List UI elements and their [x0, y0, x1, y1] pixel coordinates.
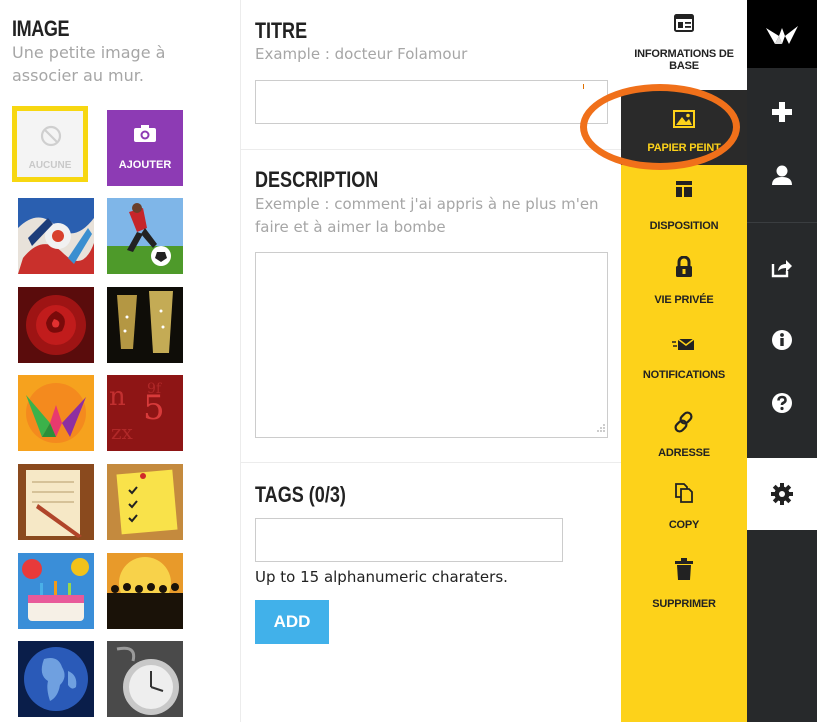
- menu-item-label: SUPPRIMER: [652, 598, 716, 610]
- description-help: Exemple : comment j'ai appris à ne plus …: [255, 195, 599, 236]
- menu-item-label: DISPOSITION: [649, 220, 719, 232]
- section-divider: [241, 462, 622, 463]
- menu-item-basic-info[interactable]: INFORMATIONS DE BASE: [621, 14, 747, 72]
- thumbnail-red-rose[interactable]: [18, 287, 94, 363]
- menu-item-notifications[interactable]: NOTIFICATIONS: [621, 337, 747, 381]
- about-button[interactable]: [747, 310, 817, 370]
- link-icon: [674, 411, 693, 433]
- menu-item-layout[interactable]: DISPOSITION: [621, 180, 747, 232]
- add-tag-button[interactable]: ADD: [255, 600, 329, 644]
- add-image-button[interactable]: AJOUTER: [107, 110, 183, 186]
- copy-icon: [675, 483, 693, 503]
- add-image-label: AJOUTER: [118, 159, 172, 171]
- thumbnail-globe[interactable]: [18, 641, 94, 717]
- account-button[interactable]: [747, 145, 817, 205]
- tags-section-title: TAGS (0/3): [255, 482, 346, 507]
- help-icon: [772, 393, 792, 413]
- section-divider: [241, 149, 622, 150]
- menu-item-address[interactable]: ADRESSE: [621, 410, 747, 459]
- settings-button[interactable]: [747, 458, 817, 530]
- description-textarea[interactable]: [255, 252, 608, 438]
- thumbnail-pocket-watch[interactable]: [107, 641, 183, 717]
- image-section-title: IMAGE: [12, 16, 70, 41]
- thumbnail-crowd-silhouettes[interactable]: [107, 553, 183, 629]
- image-icon: [673, 110, 695, 128]
- title-input[interactable]: [255, 80, 608, 124]
- thumbnail-birthday-cake[interactable]: [18, 553, 94, 629]
- thumbnail-sticky-note[interactable]: [107, 464, 183, 540]
- dark-sidebar: [747, 0, 817, 722]
- help-button[interactable]: [747, 373, 817, 433]
- menu-item-label: PAPIER PEINT: [647, 142, 721, 154]
- image-section-help: Une petite image à associer au mur.: [12, 43, 166, 85]
- trash-icon: [675, 558, 693, 580]
- settings-menu: INFORMATIONS DE BASE PAPIER PEINT DISPOS…: [621, 0, 747, 722]
- sidebar-divider: [747, 222, 817, 223]
- share-icon: [771, 260, 792, 278]
- thumbnail-soccer-player[interactable]: [107, 198, 183, 274]
- menu-item-wallpaper[interactable]: PAPIER PEINT: [621, 90, 747, 165]
- menu-item-label: NOTIFICATIONS: [642, 369, 726, 381]
- tags-input[interactable]: [255, 518, 563, 562]
- form-panel: TITRE Example : docteur Folamour DESCRIP…: [240, 0, 622, 722]
- menu-item-label: VIE PRIVÉE: [654, 294, 714, 306]
- info-card-icon: [674, 14, 694, 32]
- menu-item-copy[interactable]: COPY: [621, 482, 747, 531]
- thumbnail-champagne-glasses[interactable]: [107, 287, 183, 363]
- no-image-label: AUCUNE: [28, 160, 72, 171]
- resize-grip-icon[interactable]: [596, 423, 606, 433]
- envelope-icon: [672, 338, 695, 350]
- thumbnail-abstract-art[interactable]: [18, 198, 94, 274]
- new-wall-button[interactable]: [747, 82, 817, 142]
- description-section-title: DESCRIPTION: [255, 167, 379, 192]
- prohibited-icon: [40, 125, 62, 147]
- menu-item-label: INFORMATIONS DE BASE: [634, 48, 734, 72]
- tags-hint: Up to 15 alphanumeric charaters.: [255, 568, 508, 586]
- title-section-title: TITRE: [255, 18, 308, 43]
- svg-text:9f: 9f: [147, 381, 163, 397]
- gear-icon: [771, 483, 793, 505]
- info-icon: [772, 330, 792, 350]
- menu-item-delete[interactable]: SUPPRIMER: [621, 558, 747, 610]
- menu-item-label: COPY: [668, 519, 700, 531]
- share-button[interactable]: [747, 238, 817, 298]
- title-help: Example : docteur Folamour: [255, 45, 468, 63]
- required-marker: [583, 84, 584, 89]
- lock-icon: [676, 256, 692, 277]
- menu-item-privacy[interactable]: VIE PRIVÉE: [621, 256, 747, 306]
- user-icon: [772, 165, 792, 185]
- padlet-logo-icon: [766, 26, 798, 44]
- svg-text:n: n: [109, 382, 126, 412]
- camera-icon: [134, 125, 156, 142]
- thumbnail-notebook-pencil[interactable]: [18, 464, 94, 540]
- thumbnail-origami-crane[interactable]: [18, 375, 94, 451]
- layout-icon: [676, 181, 692, 197]
- svg-text:zx: zx: [111, 420, 134, 444]
- image-panel: IMAGE Une petite image à associer au mur…: [0, 0, 240, 722]
- plus-icon: [772, 102, 792, 122]
- thumbnail-red-numbers[interactable]: n 5 zx 9f: [107, 375, 183, 451]
- home-logo-button[interactable]: [747, 0, 817, 68]
- menu-item-label: ADRESSE: [658, 447, 710, 459]
- no-image-option[interactable]: AUCUNE: [12, 106, 88, 182]
